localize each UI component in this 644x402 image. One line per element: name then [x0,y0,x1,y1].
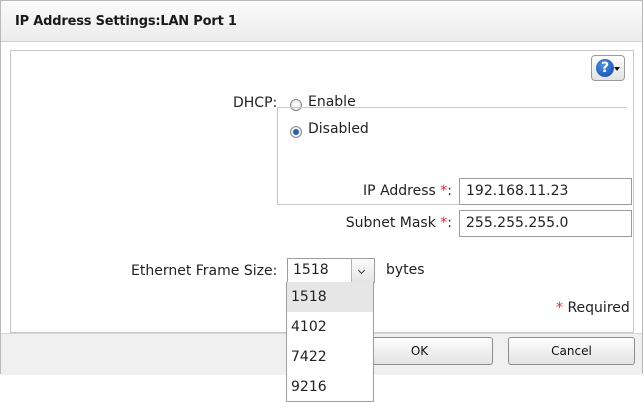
dhcp-label: DHCP: [233,95,278,111]
required-star: * [556,300,563,316]
frame-size-label: Ethernet Frame Size: [131,263,278,279]
ip-address-input[interactable]: 192.168.11.23 [459,178,632,205]
subnet-mask-label: Subnet Mask *: [345,215,452,231]
frame-size-option[interactable]: 9216 [287,372,373,402]
dialog-title: IP Address Settings:LAN Port 1 [15,14,237,29]
ip-address-label: IP Address *: [363,183,452,199]
caret-down-icon [614,67,620,71]
frame-size-dropdown-list: 1518 4102 7422 9216 [286,282,374,402]
help-button[interactable]: ? [591,55,625,81]
frame-size-option[interactable]: 4102 [287,312,373,342]
required-note: * Required [556,300,630,316]
cancel-button[interactable]: Cancel [508,337,635,365]
frame-size-selected-value: 1518 [293,262,329,278]
help-icon: ? [596,59,614,77]
frame-size-option[interactable]: 1518 [287,282,373,312]
subnet-mask-input[interactable]: 255.255.255.0 [459,210,632,237]
frame-size-unit: bytes [386,262,425,278]
dialog-titlebar: IP Address Settings:LAN Port 1 [1,1,642,42]
frame-size-option[interactable]: 7422 [287,342,373,372]
chevron-down-icon[interactable] [351,259,374,282]
frame-size-select[interactable]: 1518 [287,258,375,283]
